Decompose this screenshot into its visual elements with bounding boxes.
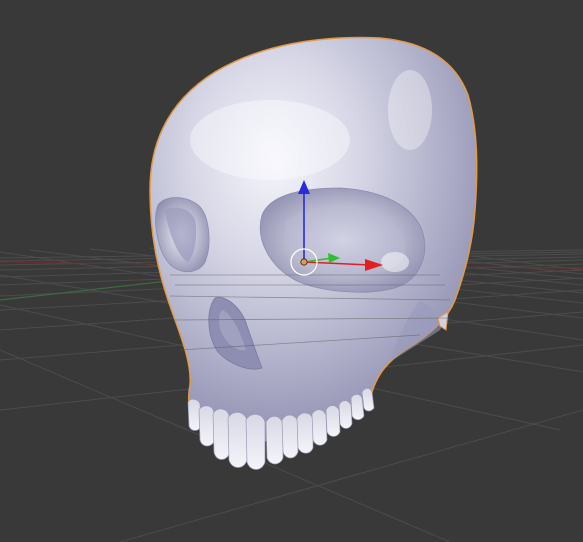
object-origin-point[interactable] bbox=[300, 258, 308, 266]
forehead-highlight bbox=[190, 100, 350, 180]
temple-highlight bbox=[388, 70, 432, 150]
3d-viewport[interactable] bbox=[0, 0, 583, 542]
right-eye-socket-glint bbox=[381, 252, 409, 272]
